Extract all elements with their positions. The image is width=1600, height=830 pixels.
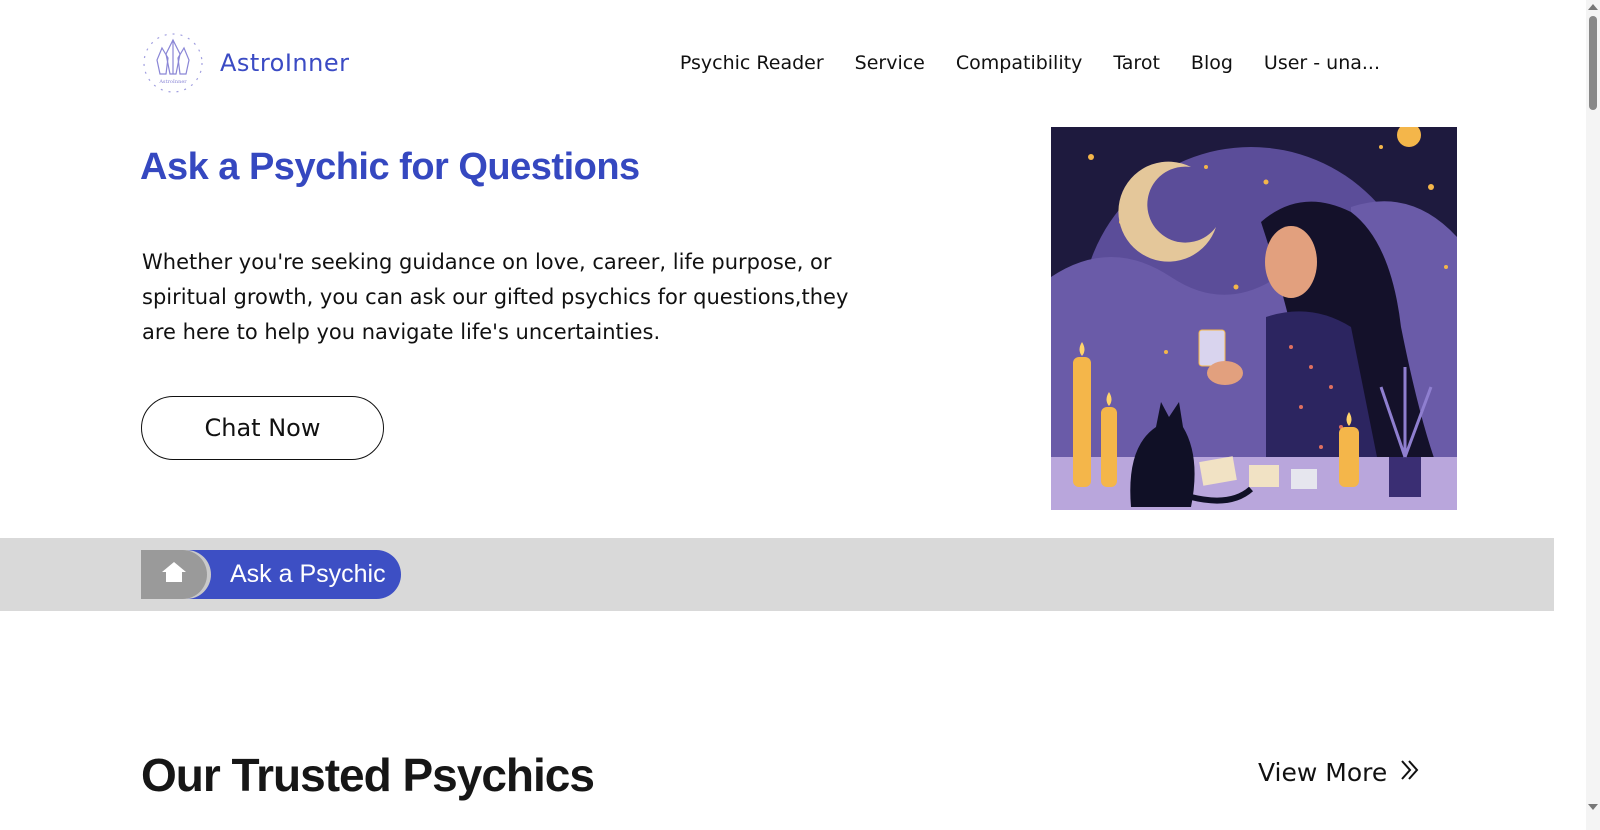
logo-small-text: AstroInner [158,79,187,85]
scrollbar-thumb[interactable] [1589,16,1597,110]
nav-item-compatibility[interactable]: Compatibility [956,52,1082,74]
hero-description: Whether you're seeking guidance on love,… [142,250,849,344]
view-more-label: View More [1258,758,1388,787]
page: AstroInner AstroInner Psychic Reader Ser… [0,0,1586,830]
nav-item-service[interactable]: Service [855,52,925,74]
vertical-scrollbar[interactable] [1586,0,1600,830]
scroll-down-arrow-icon[interactable] [1588,804,1598,810]
brand-name: AstroInner [220,49,350,77]
scroll-up-arrow-icon[interactable] [1588,4,1598,10]
breadcrumb-home[interactable] [141,550,207,599]
home-icon [161,560,187,589]
nav-item-tarot[interactable]: Tarot [1113,52,1160,74]
view-more-link[interactable]: View More [1258,758,1421,787]
double-chevron-right-icon [1399,758,1421,787]
breadcrumb-current: Ask a Psychic [181,550,401,599]
psychic-woman-illustration [1051,127,1457,510]
section-title: Our Trusted Psychics [141,749,595,801]
main-nav: Psychic Reader Service Compatibility Tar… [680,52,1380,74]
hero-title: Ask a Psychic for Questions [140,146,640,188]
nav-item-user[interactable]: User - una... [1264,52,1380,74]
brand-logo[interactable]: AstroInner AstroInner [140,28,350,98]
nav-item-blog[interactable]: Blog [1191,52,1233,74]
crystal-logo-icon: AstroInner [140,28,206,98]
breadcrumb-band: Ask a Psychic [0,538,1554,611]
nav-item-psychic-reader[interactable]: Psychic Reader [680,52,824,74]
chat-now-button[interactable]: Chat Now [141,396,384,460]
